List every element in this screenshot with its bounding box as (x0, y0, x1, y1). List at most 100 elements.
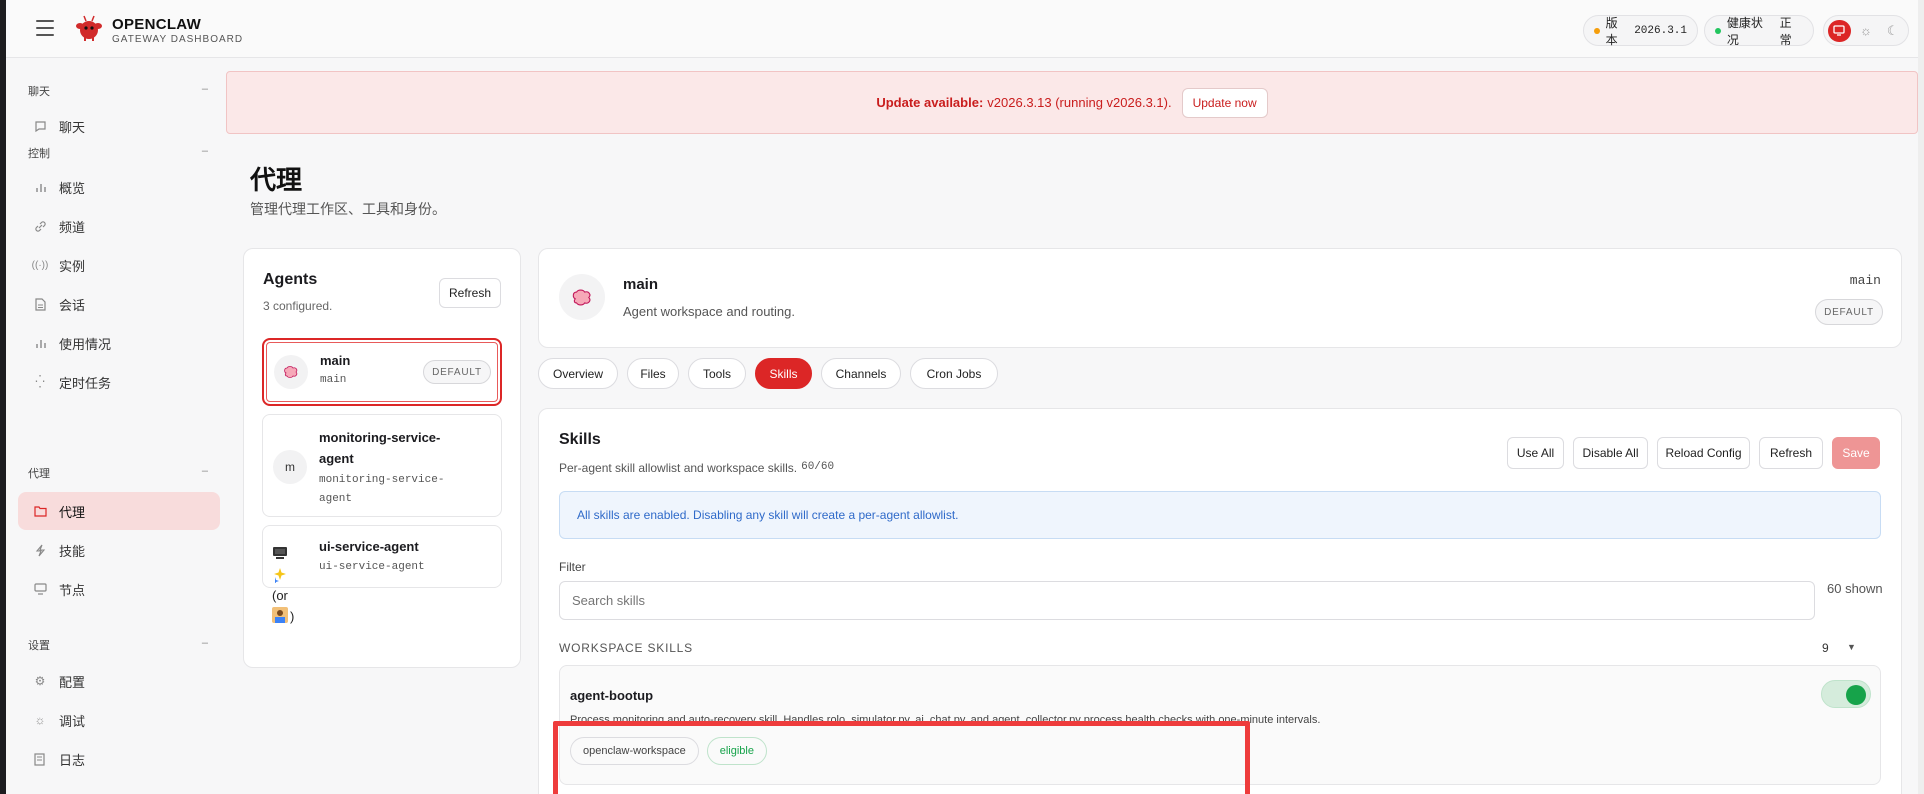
skills-subtitle-text: Per-agent skill allowlist and workspace … (559, 461, 798, 475)
reload-config-button[interactable]: Reload Config (1657, 437, 1750, 469)
agent-avatar: m (273, 450, 307, 484)
skills-title: Skills (559, 431, 601, 448)
sidebar-item-overview[interactable]: 概览 (18, 168, 220, 206)
tab-files[interactable]: Files (627, 358, 679, 389)
sidebar-item-label: 频道 (59, 219, 86, 235)
chevron-down-icon[interactable]: ▼ (1847, 642, 1856, 652)
workspace-skills-count: 9 (1822, 641, 1829, 655)
update-banner: Update available: v2026.3.13 (running v2… (226, 71, 1918, 134)
folder-icon (33, 504, 47, 518)
tab-tools[interactable]: Tools (688, 358, 746, 389)
scrollbar[interactable] (1918, 0, 1924, 794)
agents-card: Agents 3 configured. Refresh main main D… (243, 248, 521, 668)
sidebar-item-label: 代理 (59, 504, 86, 520)
bug-icon: ☼ (34, 713, 46, 727)
sidebar-item-skills[interactable]: 技能 (18, 531, 220, 569)
sidebar-section-control[interactable]: 控制 – (28, 145, 208, 161)
agent-name: main (320, 353, 351, 368)
section-title: 聊天 (28, 86, 50, 98)
sidebar-item-agents[interactable]: 代理 (18, 492, 220, 530)
agent-id: monitoring-service-agent (319, 474, 445, 505)
sidebar-section-chat[interactable]: 聊天 – (28, 83, 208, 99)
agents-refresh-button[interactable]: Refresh (439, 278, 501, 308)
collapse-icon[interactable]: – (202, 637, 208, 653)
workspace-skills-header[interactable]: WORKSPACE SKILLS (559, 641, 693, 655)
skill-enabled-toggle[interactable] (1821, 680, 1871, 708)
agent-detail-card: main Agent workspace and routing. main D… (538, 248, 1902, 348)
agent-item-main[interactable]: main main DEFAULT (262, 338, 502, 406)
search-skills-input[interactable] (559, 581, 1815, 620)
avatar-fallback-close: ) (290, 609, 295, 624)
highlight-annotation (553, 721, 1250, 794)
collapse-icon[interactable]: – (202, 145, 208, 161)
sidebar-item-label: 日志 (59, 752, 86, 768)
sidebar: 聊天 – 聊天 控制 – 概览 频道 ((·)) 实例 会话 使用情况 ⁛ 定时任务 代… (6, 58, 224, 794)
sidebar-item-channels[interactable]: 频道 (18, 207, 220, 245)
section-title: 代理 (28, 468, 50, 480)
update-banner-title: Update available: (876, 95, 984, 110)
sidebar-section-settings[interactable]: 设置 – (28, 637, 208, 653)
version-status-dot (1594, 27, 1600, 34)
use-all-button[interactable]: Use All (1507, 437, 1564, 469)
sidebar-item-label: 技能 (59, 543, 86, 559)
top-bar: OPENCLAW GATEWAY DASHBOARD 版本 2026.3.1 健… (6, 0, 1918, 58)
main-content: Update available: v2026.3.13 (running v2… (224, 58, 1918, 794)
tab-skills[interactable]: Skills (755, 358, 812, 389)
tab-overview[interactable]: Overview (538, 358, 618, 389)
skills-card: Skills Per-agent skill allowlist and wor… (538, 408, 1902, 794)
sidebar-item-label: 节点 (59, 582, 86, 598)
sidebar-item-label: 概览 (59, 180, 86, 196)
health-label: 健康状况 (1726, 15, 1763, 47)
computer-emoji-icon (272, 545, 292, 565)
sidebar-section-agents[interactable]: 代理 – (28, 465, 208, 481)
sidebar-item-sessions[interactable]: 会话 (18, 285, 220, 323)
monitor-theme-icon[interactable] (1828, 19, 1851, 42)
sidebar-item-label: 会话 (59, 297, 86, 313)
section-title: 控制 (28, 148, 50, 160)
update-now-button[interactable]: Update now (1181, 87, 1268, 118)
sidebar-item-logs[interactable]: 日志 (18, 740, 220, 778)
health-value: 正常 (1779, 15, 1792, 47)
sun-theme-icon[interactable]: ☼ (1855, 20, 1878, 42)
sidebar-item-nodes[interactable]: 节点 (18, 570, 220, 608)
agent-detail-name: main (623, 276, 659, 293)
skills-count: 60/60 (801, 461, 835, 473)
sidebar-item-cron[interactable]: ⁛ 定时任务 (18, 363, 220, 401)
agent-detail-desc: Agent workspace and routing. (623, 304, 795, 319)
document-icon (33, 297, 47, 311)
version-value: 2026.3.1 (1634, 24, 1687, 37)
sidebar-item-usage[interactable]: 使用情况 (18, 324, 220, 362)
skill-name: agent-bootup (570, 688, 654, 703)
bar-chart-icon (33, 336, 47, 350)
sidebar-item-config[interactable]: ⚙ 配置 (18, 662, 220, 700)
tab-cron-jobs[interactable]: Cron Jobs (910, 358, 998, 389)
save-button[interactable]: Save (1832, 437, 1880, 469)
brain-avatar-icon (559, 274, 605, 320)
default-badge: DEFAULT (423, 360, 491, 384)
sidebar-item-chat[interactable]: 聊天 (18, 107, 220, 145)
person-emoji-icon (272, 607, 288, 623)
agents-count: 3 configured. (263, 299, 333, 313)
collapse-icon[interactable]: – (202, 465, 208, 481)
brand-subtitle: GATEWAY DASHBOARD (112, 34, 244, 45)
bar-chart-icon (33, 180, 47, 194)
lobster-logo-icon (76, 15, 102, 41)
gear-icon: ⚙ (34, 674, 46, 688)
agent-item-monitoring[interactable]: m monitoring-service-agent monitoring-se… (262, 414, 502, 517)
chat-icon (33, 119, 47, 133)
skills-refresh-button[interactable]: Refresh (1759, 437, 1823, 469)
skills-subtitle: Per-agent skill allowlist and workspace … (559, 461, 834, 475)
moon-theme-icon[interactable]: ☾ (1881, 20, 1904, 42)
menu-icon[interactable] (36, 20, 54, 36)
sidebar-item-instances[interactable]: ((·)) 实例 (18, 246, 220, 284)
tab-channels[interactable]: Channels (821, 358, 901, 389)
version-pill: 版本 2026.3.1 (1583, 15, 1698, 47)
radio-icon: ((·)) (31, 259, 49, 271)
bolt-icon (33, 543, 47, 557)
brand: OPENCLAW GATEWAY DASHBOARD (112, 16, 243, 45)
section-title: 设置 (28, 640, 50, 652)
sidebar-item-debug[interactable]: ☼ 调试 (18, 701, 220, 739)
agent-item-ui-service[interactable]: ui-service-agent ui-service-agent (262, 525, 502, 588)
disable-all-button[interactable]: Disable All (1573, 437, 1648, 469)
collapse-icon[interactable]: – (202, 83, 208, 99)
